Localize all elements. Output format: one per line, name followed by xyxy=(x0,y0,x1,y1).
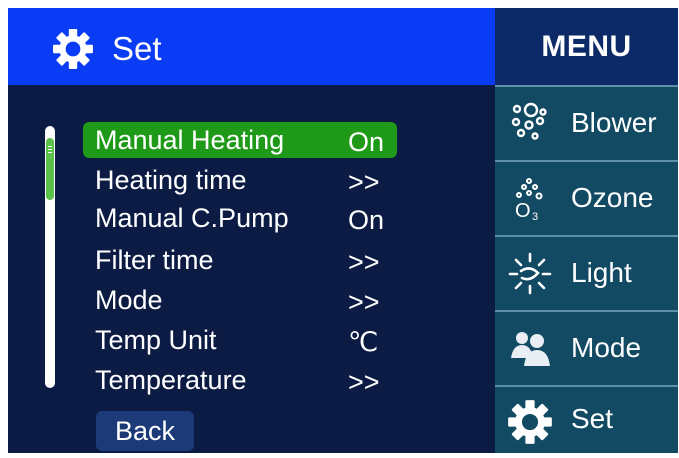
header-bar: Set xyxy=(8,8,495,85)
menu-item-label: Ozone xyxy=(571,182,654,213)
menu-row-manual-c-pump[interactable]: Manual C.Pump On xyxy=(83,200,397,236)
row-label: Temp Unit xyxy=(95,325,217,355)
mode-icon xyxy=(511,332,550,366)
device-screen: Set Manual Heating On Heating time >> Ma… xyxy=(8,8,678,453)
scrollbar-grip xyxy=(48,152,52,153)
row-value: >> xyxy=(348,167,380,197)
light-icon xyxy=(508,252,552,295)
row-value: >> xyxy=(348,287,380,317)
row-label: Mode xyxy=(95,285,163,315)
menu-item-light[interactable]: Light xyxy=(495,235,678,312)
scrollbar-thumb[interactable] xyxy=(46,138,54,200)
blower-icon xyxy=(511,102,547,140)
gear-icon xyxy=(508,400,552,444)
row-label: Temperature xyxy=(95,365,247,395)
row-value: On xyxy=(348,127,385,157)
scrollbar[interactable] xyxy=(45,126,55,388)
menu-item-label: Mode xyxy=(571,332,642,363)
menu-item-label: Blower xyxy=(571,107,657,138)
page-title: Set xyxy=(112,30,162,67)
menu-item-mode[interactable]: Mode xyxy=(495,310,678,387)
menu-title: MENU xyxy=(495,8,678,85)
row-value: ℃ xyxy=(348,327,379,357)
menu-panel: MENU Blower O 3 Ozone Light Mode Set xyxy=(495,8,678,453)
gear-icon xyxy=(53,29,93,69)
scrollbar-grip xyxy=(48,146,52,147)
row-label: Manual Heating xyxy=(95,125,285,155)
menu-item-label: Light xyxy=(571,257,632,288)
row-value: >> xyxy=(348,367,380,397)
back-button[interactable]: Back xyxy=(96,411,194,451)
menu-item-set[interactable]: Set xyxy=(495,385,678,455)
scrollbar-grip xyxy=(48,149,52,150)
menu-item-ozone[interactable]: O 3 Ozone xyxy=(495,160,678,237)
menu-item-blower[interactable]: Blower xyxy=(495,85,678,162)
svg-text:3: 3 xyxy=(532,211,538,222)
row-label: Filter time xyxy=(95,245,214,275)
row-label: Manual C.Pump xyxy=(95,203,289,233)
svg-text:O: O xyxy=(515,200,531,222)
row-value: On xyxy=(348,205,385,235)
menu-row-manual-heating[interactable]: Manual Heating On xyxy=(83,122,397,158)
ozone-icon: O 3 xyxy=(515,178,543,222)
row-label: Heating time xyxy=(95,165,247,195)
menu-item-label: Set xyxy=(571,403,614,434)
menu-row-filter-time[interactable]: Filter time >> xyxy=(83,242,397,278)
menu-row-temperature[interactable]: Temperature >> xyxy=(83,362,397,398)
menu-row-heating-time[interactable]: Heating time >> xyxy=(83,162,397,198)
row-value: >> xyxy=(348,247,380,277)
menu-row-temp-unit[interactable]: Temp Unit ℃ xyxy=(83,322,397,358)
menu-row-mode[interactable]: Mode >> xyxy=(83,282,397,318)
